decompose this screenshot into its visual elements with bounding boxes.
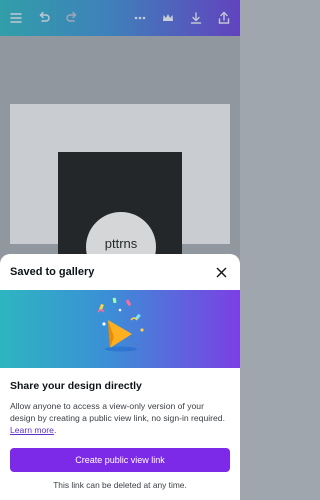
share-headline: Share your design directly: [10, 380, 142, 392]
share-description: Allow anyone to access a view-only versi…: [10, 400, 230, 436]
deletion-note: This link can be deleted at any time.: [53, 480, 187, 490]
period: .: [53, 425, 57, 435]
sheet-header: Saved to gallery: [0, 254, 240, 290]
close-icon: [216, 267, 226, 277]
sheet-body: Share your design directly Allow anyone …: [0, 368, 240, 436]
close-button[interactable]: [212, 263, 230, 281]
create-public-view-link-button[interactable]: Create public view link: [10, 448, 230, 472]
share-description-text: Allow anyone to access a view-only versi…: [10, 401, 225, 423]
learn-more-link[interactable]: Learn more: [10, 425, 54, 435]
sheet-title: Saved to gallery: [10, 266, 95, 278]
celebration-banner: [0, 290, 240, 368]
party-popper-icon: [97, 297, 144, 352]
